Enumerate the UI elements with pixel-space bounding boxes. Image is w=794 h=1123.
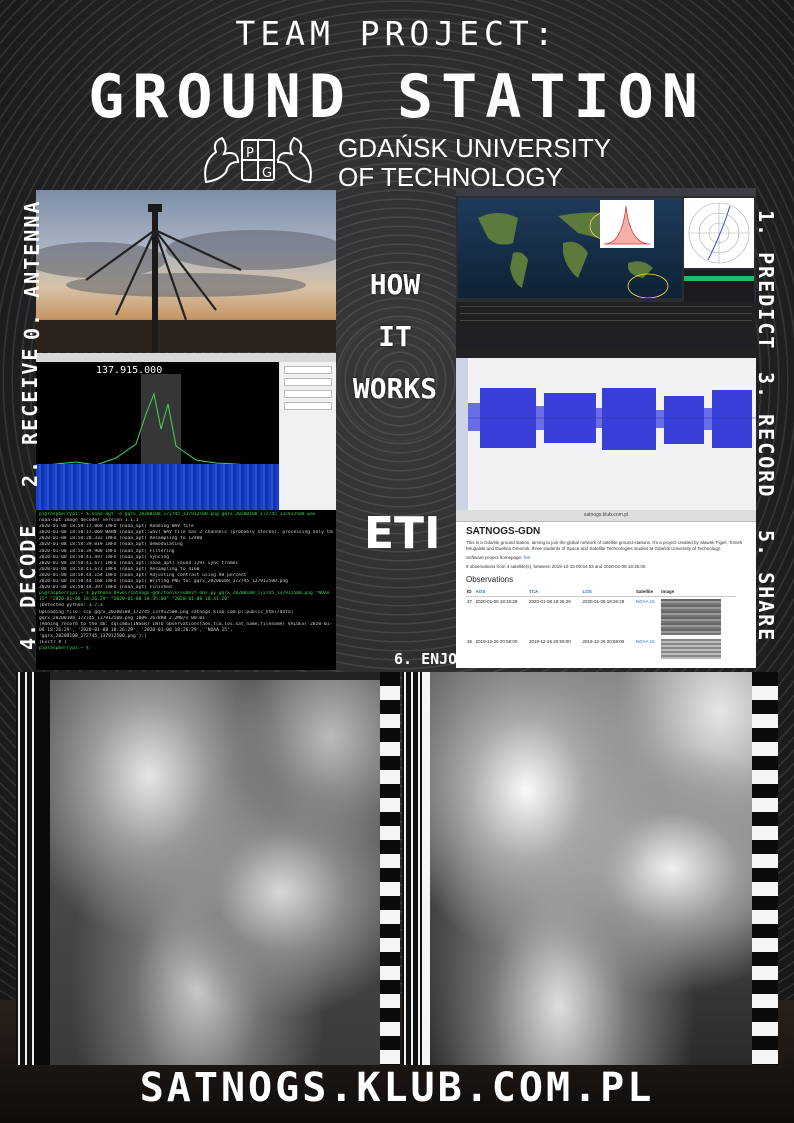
share-page-intro: This is a Gdańsk ground station, aiming … xyxy=(466,540,743,551)
footer-url[interactable]: SATNOGS.KLUB.COM.PL xyxy=(0,1065,794,1111)
terminal-line: pi@raspberrypi:~ $ python3 devel/satnogs… xyxy=(39,591,330,603)
table-cell: 2019-12-26 20:59:00 xyxy=(582,639,625,644)
browser-address-bar: satnogs.klub.com.pl xyxy=(456,510,756,522)
column-header: Satellite xyxy=(634,587,661,597)
column-header[interactable]: LOS xyxy=(581,587,635,597)
page-subtitle: TEAM PROJECT: xyxy=(235,14,559,53)
table-cell: 2019-12-26 20:59:00 xyxy=(475,639,518,644)
eti-logo: ETI xyxy=(364,508,441,559)
how-label: HOW xyxy=(369,268,421,301)
table-cell: 2020-01-08 18:26:29 xyxy=(582,599,625,604)
terminal-line: pi@raspberrypi:~ $ xyxy=(39,646,89,652)
predict-screenshot xyxy=(456,188,756,348)
step-record-label: 3. RECORD xyxy=(754,372,778,499)
step-antenna-label: 0. ANTENNA xyxy=(20,199,44,340)
it-label: IT xyxy=(378,320,412,353)
homepage-label: Software project homepage: xyxy=(466,555,523,560)
antenna-photo xyxy=(36,190,336,352)
satellite-link[interactable]: NOAA 15 xyxy=(635,597,660,638)
terminal-line: [Adding record to the db: sqlcmd=[INSERT… xyxy=(39,621,333,639)
observations-table: ID AOS TCA LOS Satellite Image 37 2020-0… xyxy=(466,587,736,661)
receive-sdr-screenshot: 137.915.000 xyxy=(36,353,336,510)
step-enjoy-label: 6. ENJOY! xyxy=(394,650,476,668)
column-header[interactable]: TCA xyxy=(528,587,582,597)
satellite-image-channel-b xyxy=(402,672,778,1065)
column-header: ID xyxy=(466,587,475,597)
homepage-link[interactable]: link xyxy=(524,555,531,560)
step-predict-label: 1. PREDICT xyxy=(754,210,778,351)
share-page-homepage: Software project homepage: link xyxy=(466,555,756,561)
step-receive-label: 2. RECEIVE xyxy=(18,346,42,487)
observations-heading: Observations xyxy=(466,575,514,584)
svg-text:G: G xyxy=(262,166,272,181)
satellite-image-channel-a xyxy=(16,672,400,1065)
step-share-label: 5. SHARE xyxy=(754,530,778,643)
observation-thumbnail[interactable] xyxy=(660,637,736,661)
record-audio-screenshot xyxy=(456,348,756,510)
table-cell: 2020-01-08 18:26:29 xyxy=(529,599,571,604)
table-cell: 37 xyxy=(467,599,473,604)
observation-thumbnail[interactable] xyxy=(660,597,736,638)
table-cell: 2020-01-08 18:26:29 xyxy=(475,599,518,604)
decode-terminal: pi@raspberrypi:~ $ noaa-apt -o gqrx_2020… xyxy=(36,510,336,670)
column-header[interactable]: AOS xyxy=(474,587,529,597)
works-label: WORKS xyxy=(352,372,438,405)
table-row: 36 2019-12-26 20:59:00 2019-12-26 20:59:… xyxy=(466,637,736,661)
university-name-line1: GDAŃSK UNIVERSITY xyxy=(338,133,612,163)
share-webpage-screenshot: satnogs.klub.com.pl SATNOGS-GDN This is … xyxy=(456,510,756,668)
svg-text:P: P xyxy=(246,146,254,161)
step-decode-label: 4. DECODE xyxy=(16,523,40,650)
page-title: GROUND STATION xyxy=(88,62,706,132)
table-cell: 2019-12-26 20:59:00 xyxy=(529,639,571,644)
satellite-link[interactable]: NOAA 18 xyxy=(635,637,660,661)
table-row: 37 2020-01-08 18:26:29 2020-01-08 18:26:… xyxy=(466,597,736,638)
university-name: GDAŃSK UNIVERSITY OF TECHNOLOGY xyxy=(338,134,611,192)
column-header: Image xyxy=(660,587,736,597)
share-page-title: SATNOGS-GDN xyxy=(466,526,541,537)
terminal-line: Uploading file: scp gqrx_20200108_172745… xyxy=(39,609,294,615)
share-page-summary: 8 observations from 4 satellite(s), betw… xyxy=(466,564,647,569)
